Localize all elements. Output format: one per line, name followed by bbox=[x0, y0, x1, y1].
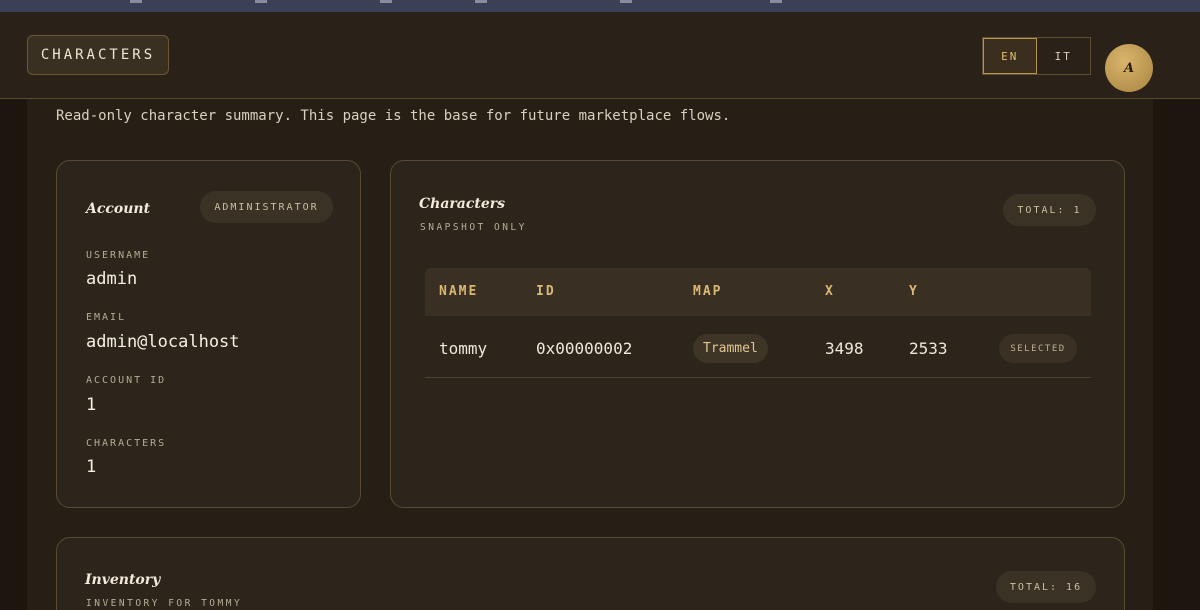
tab-marker bbox=[380, 0, 392, 3]
account-card: Account ADMINISTRATOR USERNAME admin EMA… bbox=[56, 160, 361, 508]
characters-title: Characters bbox=[419, 196, 505, 212]
language-it-button[interactable]: IT bbox=[1036, 38, 1090, 74]
account-id-value: 1 bbox=[86, 395, 97, 415]
email-value: admin@localhost bbox=[86, 332, 240, 352]
inventory-total-badge: TOTAL: 16 bbox=[996, 571, 1096, 603]
account-title: Account bbox=[86, 201, 151, 217]
username-value: admin bbox=[86, 269, 138, 289]
language-en-button[interactable]: EN bbox=[983, 38, 1037, 74]
character-name-cell: tommy bbox=[439, 339, 488, 358]
tab-marker bbox=[255, 0, 267, 3]
inventory-kicker: INVENTORY FOR TOMMY bbox=[86, 598, 243, 609]
characters-table-header: NAME ID MAP X Y bbox=[425, 268, 1091, 316]
role-badge: ADMINISTRATOR bbox=[200, 191, 333, 223]
column-name-header: NAME bbox=[439, 284, 479, 299]
character-count-value: 1 bbox=[86, 457, 97, 477]
character-count-label: CHARACTERS bbox=[86, 438, 167, 449]
account-id-label: ACCOUNT ID bbox=[86, 375, 167, 386]
page-description: Read-only character summary. This page i… bbox=[56, 108, 731, 124]
column-y-header: Y bbox=[909, 284, 919, 299]
tab-marker bbox=[770, 0, 782, 3]
page-title-button[interactable]: CHARACTERS bbox=[27, 35, 169, 75]
tab-marker bbox=[130, 0, 142, 3]
username-label: USERNAME bbox=[86, 250, 151, 261]
column-id-header: ID bbox=[536, 284, 556, 299]
user-avatar[interactable]: A bbox=[1105, 44, 1153, 92]
characters-card: Characters SNAPSHOT ONLY TOTAL: 1 NAME I… bbox=[390, 160, 1125, 508]
column-x-header: X bbox=[825, 284, 835, 299]
tab-marker bbox=[475, 0, 487, 3]
characters-total-badge: TOTAL: 1 bbox=[1003, 194, 1096, 226]
top-header: CHARACTERS EN IT A bbox=[0, 12, 1200, 99]
inventory-card: Inventory INVENTORY FOR TOMMY TOTAL: 16 bbox=[56, 537, 1125, 610]
browser-tab-strip bbox=[0, 0, 1200, 12]
language-switcher: EN IT bbox=[982, 37, 1091, 75]
table-row[interactable]: tommy 0x00000002 Trammel 3498 2533 SELEC… bbox=[425, 316, 1091, 378]
characters-kicker: SNAPSHOT ONLY bbox=[420, 222, 527, 233]
map-chip: Trammel bbox=[693, 334, 768, 363]
tab-marker bbox=[620, 0, 632, 3]
character-id-cell: 0x00000002 bbox=[536, 339, 633, 358]
x-coordinate-cell: 3498 bbox=[825, 339, 864, 358]
selected-status-badge: SELECTED bbox=[999, 334, 1077, 363]
column-map-header: MAP bbox=[693, 284, 723, 299]
inventory-title: Inventory bbox=[85, 572, 161, 588]
y-coordinate-cell: 2533 bbox=[909, 339, 948, 358]
email-label: EMAIL bbox=[86, 312, 127, 323]
